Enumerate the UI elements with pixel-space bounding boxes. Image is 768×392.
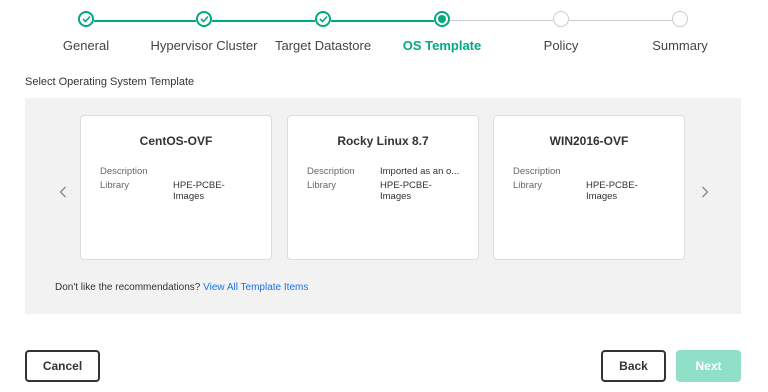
step-connector <box>450 20 553 21</box>
card-library-label: Library <box>513 180 543 191</box>
step-complete-icon <box>78 11 94 27</box>
recommendations-text: Don't like the recommendations? View All… <box>55 282 308 293</box>
card-library-value: HPE-PCBE-Images <box>586 180 638 202</box>
card-library-label: Library <box>100 180 130 191</box>
section-title: Select Operating System Template <box>25 76 195 88</box>
cancel-button[interactable]: Cancel <box>25 350 100 382</box>
step-connector <box>212 20 315 22</box>
template-card-title: CentOS-OVF <box>139 134 213 148</box>
template-card-title: Rocky Linux 8.7 <box>337 134 429 148</box>
step-complete-icon <box>315 11 331 27</box>
view-all-templates-link[interactable]: View All Template Items <box>203 282 308 293</box>
step-connector <box>94 20 196 22</box>
step-label-summary: Summary <box>652 38 708 53</box>
back-button[interactable]: Back <box>601 350 666 382</box>
chevron-right-icon <box>702 186 709 198</box>
card-library-value: HPE-PCBE-Images <box>173 180 225 202</box>
step-pending-icon <box>672 11 688 27</box>
next-button[interactable]: Next <box>676 350 741 382</box>
step-connector <box>569 20 672 21</box>
step-pending-icon <box>553 11 569 27</box>
template-carousel: CentOS-OVF Description Library HPE-PCBE-… <box>25 98 741 314</box>
card-description-label: Description <box>513 166 561 177</box>
step-complete-icon <box>196 11 212 27</box>
step-label-general[interactable]: General <box>63 38 109 53</box>
step-label-hypervisor-cluster[interactable]: Hypervisor Cluster <box>151 38 258 53</box>
template-card[interactable]: Rocky Linux 8.7 Description Imported as … <box>287 115 479 260</box>
template-card[interactable]: WIN2016-OVF Description Library HPE-PCBE… <box>493 115 685 260</box>
step-label-target-datastore[interactable]: Target Datastore <box>275 38 371 53</box>
carousel-next-button[interactable] <box>695 182 715 202</box>
card-description-label: Description <box>307 166 355 177</box>
carousel-prev-button[interactable] <box>53 182 73 202</box>
step-current-icon <box>434 11 450 27</box>
step-label-policy: Policy <box>543 38 579 53</box>
recommendations-prompt: Don't like the recommendations? <box>55 282 204 293</box>
card-description-label: Description <box>100 166 148 177</box>
step-label-os-template[interactable]: OS Template <box>403 38 482 53</box>
template-card[interactable]: CentOS-OVF Description Library HPE-PCBE-… <box>80 115 272 260</box>
template-card-title: WIN2016-OVF <box>549 134 629 148</box>
card-description-value: Imported as an o... <box>380 166 460 177</box>
chevron-left-icon <box>59 186 66 198</box>
card-library-value: HPE-PCBE-Images <box>380 180 432 202</box>
wizard-stepper: General Hypervisor Cluster Target Datast… <box>0 0 768 60</box>
card-library-label: Library <box>307 180 337 191</box>
step-connector <box>331 20 434 22</box>
